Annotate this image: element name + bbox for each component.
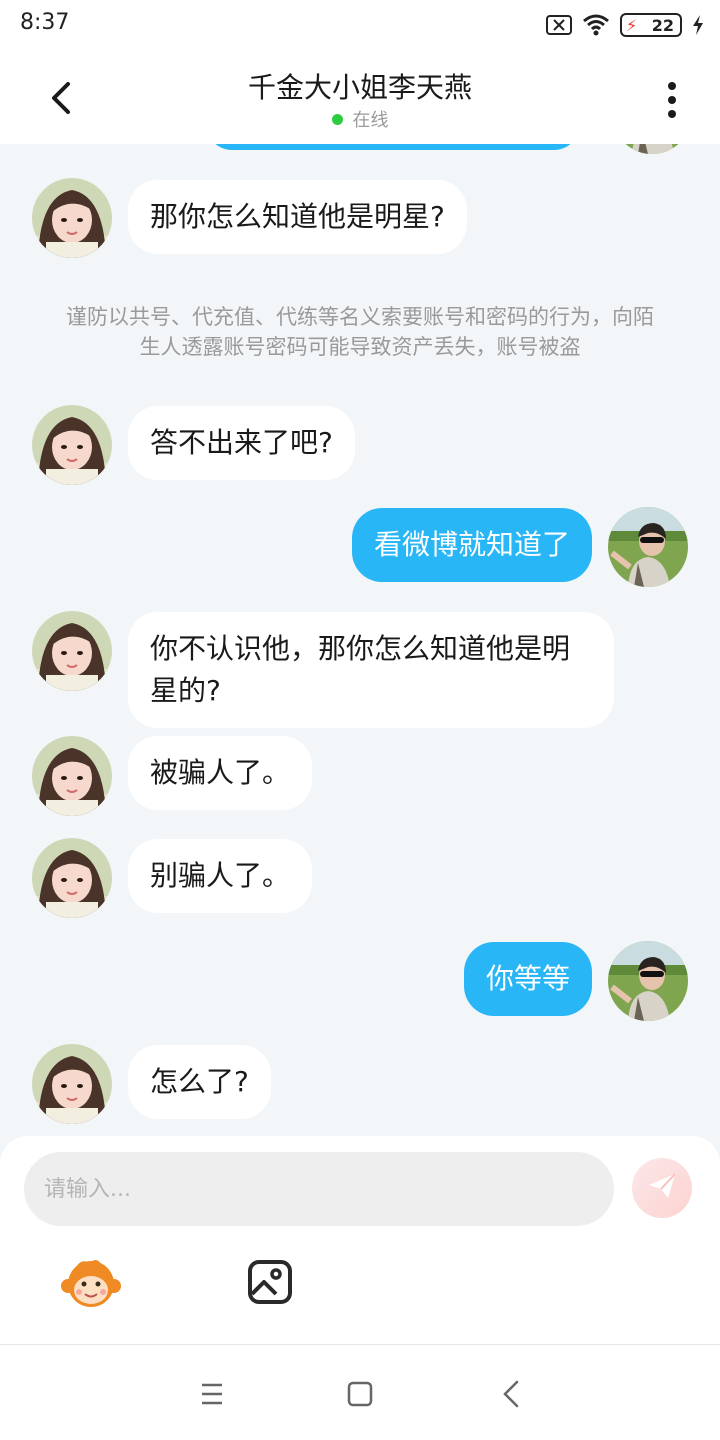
online-status-label: 在线 bbox=[352, 110, 389, 131]
image-button[interactable] bbox=[246, 1258, 294, 1306]
monkey-emoji-icon bbox=[60, 1260, 122, 1316]
avatar[interactable] bbox=[32, 1044, 112, 1124]
message-bubble-incoming[interactable]: 被骗人了。 bbox=[128, 736, 313, 810]
battery-icon: ⚡ 22 bbox=[620, 13, 682, 37]
avatar[interactable] bbox=[32, 736, 112, 816]
chat-header: 千金大小姐李天燕 在线 bbox=[0, 52, 720, 144]
message-list[interactable]: 那你怎么知道他是明星? 谨防以共号、代充值、代练等名义索要账号和密码的行为，向陌… bbox=[0, 144, 720, 1136]
more-options-button[interactable] bbox=[652, 78, 692, 122]
send-button[interactable] bbox=[632, 1158, 692, 1218]
more-vertical-icon bbox=[652, 82, 692, 126]
previous-message-bubble bbox=[206, 144, 580, 150]
emoji-button[interactable] bbox=[60, 1256, 122, 1312]
system-nav-bar bbox=[0, 1344, 720, 1440]
online-status: 在线 bbox=[0, 106, 720, 132]
avatar[interactable] bbox=[32, 611, 112, 691]
page-title: 千金大小姐李天燕 bbox=[247, 71, 472, 104]
status-icons: ⚡ 22 bbox=[546, 12, 704, 38]
menu-icon bbox=[196, 1383, 228, 1413]
avatar[interactable] bbox=[32, 178, 112, 258]
avatar[interactable] bbox=[612, 144, 692, 154]
message-bubble-outgoing[interactable]: 你等等 bbox=[463, 942, 592, 1016]
image-icon bbox=[246, 1260, 294, 1310]
chevron-left-icon bbox=[496, 1380, 528, 1413]
charging-icon: ⚡ bbox=[626, 16, 638, 35]
input-panel bbox=[0, 1136, 720, 1344]
message-bubble-incoming[interactable]: 那你怎么知道他是明星? bbox=[128, 180, 467, 254]
battery-level: 22 bbox=[651, 15, 674, 35]
message-input[interactable] bbox=[24, 1152, 614, 1226]
avatar[interactable] bbox=[608, 507, 688, 587]
nav-back-button[interactable] bbox=[496, 1379, 528, 1409]
home-button[interactable] bbox=[344, 1379, 376, 1409]
menu-button[interactable] bbox=[196, 1379, 228, 1409]
online-dot-icon bbox=[331, 114, 343, 125]
avatar[interactable] bbox=[32, 405, 112, 485]
message-bubble-incoming[interactable]: 别骗人了。 bbox=[128, 839, 313, 913]
square-icon bbox=[344, 1381, 376, 1413]
message-bubble-outgoing[interactable]: 看微博就知道了 bbox=[351, 508, 592, 582]
message-bubble-incoming[interactable]: 怎么了? bbox=[128, 1045, 271, 1119]
status-bar: 8:37 ⚡ 22 bbox=[0, 0, 720, 52]
sim-blocked-icon bbox=[546, 15, 572, 35]
security-notice: 谨防以共号、代充值、代练等名义索要账号和密码的行为，向陌生人透露账号密码可能导致… bbox=[66, 305, 654, 359]
status-time: 8:37 bbox=[20, 10, 70, 35]
paper-plane-icon bbox=[646, 1170, 678, 1206]
avatar[interactable] bbox=[608, 941, 688, 1021]
wifi-icon bbox=[582, 14, 610, 36]
avatar[interactable] bbox=[32, 838, 112, 918]
charging-bolt-icon bbox=[692, 15, 704, 35]
message-bubble-incoming[interactable]: 答不出来了吧? bbox=[128, 406, 355, 480]
message-bubble-incoming[interactable]: 你不认识他，那你怎么知道他是明星的? bbox=[128, 612, 614, 728]
